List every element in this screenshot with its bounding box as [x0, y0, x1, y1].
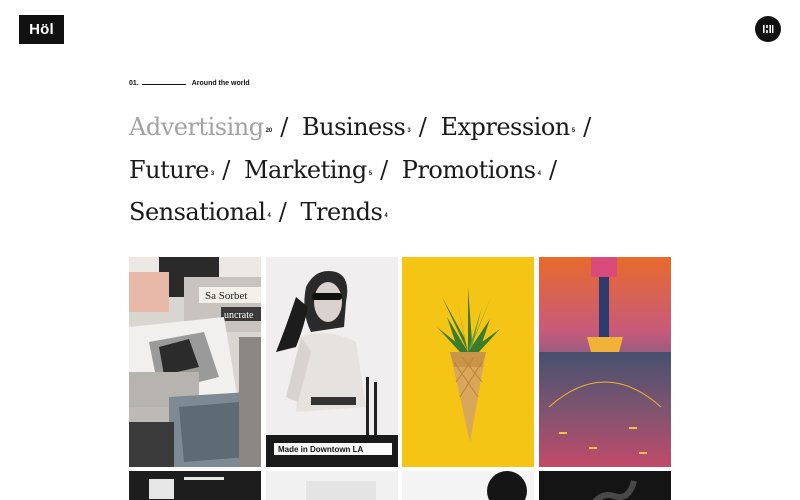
section-label: Around the world	[191, 80, 250, 87]
gallery-tile-portrait[interactable]: Made in Downtown LA	[266, 257, 398, 467]
svg-text:Made in Downtown LA: Made in Downtown LA	[278, 445, 364, 454]
portrait-photo: Made in Downtown LA	[266, 257, 398, 467]
section-eyebrow: 01. Around the world	[129, 80, 250, 87]
gallery-tile-pineapple[interactable]	[402, 257, 534, 467]
category-separator: /	[280, 113, 288, 141]
category-name[interactable]: Promotions	[402, 156, 536, 184]
svg-text:uncrate: uncrate	[224, 310, 254, 321]
pineapple-photo	[402, 257, 534, 467]
category-count: 4	[267, 213, 271, 219]
light-paper-photo	[266, 471, 398, 500]
category-trends[interactable]: Trends 4	[301, 198, 388, 226]
category-separator: /	[222, 155, 230, 184]
category-count: 5	[368, 170, 373, 177]
category-separator: /	[548, 155, 557, 184]
category-name[interactable]: Future	[129, 156, 209, 184]
category-advertising[interactable]: Advertising 20 /	[129, 113, 295, 141]
gallery-tile-light-paper[interactable]	[266, 471, 398, 500]
gallery-tile-dark-print[interactable]	[129, 471, 261, 500]
section-number: 01.	[129, 80, 139, 87]
category-separator: /	[583, 113, 591, 141]
category-filter-list: Advertising 20/ Business 3/ Expression 5/ F…	[129, 106, 689, 234]
category-count: 4	[537, 170, 541, 177]
category-count: 5	[571, 128, 576, 134]
category-expression[interactable]: Expression 5 /	[440, 113, 597, 141]
site-logo[interactable]: Höl	[19, 15, 64, 44]
category-name[interactable]: Sensational	[129, 198, 266, 226]
category-separator: /	[418, 113, 427, 141]
category-name[interactable]: Advertising	[129, 113, 264, 141]
category-future[interactable]: Future 3 /	[129, 156, 237, 184]
court-photo	[539, 257, 671, 467]
gallery-tile-court[interactable]	[539, 257, 671, 467]
menu-button[interactable]	[755, 16, 781, 42]
gallery-tile-light-object[interactable]	[402, 471, 534, 500]
gallery-tile-magazines[interactable]: Sa Sorbet uncrate	[129, 257, 261, 467]
gallery-grid: Sa Sorbet uncrate Made in Downtown LA	[129, 257, 671, 500]
magazines-photo: Sa Sorbet uncrate	[129, 257, 261, 467]
category-name[interactable]: Marketing	[244, 156, 367, 184]
dark-print-photo	[129, 471, 261, 500]
category-business[interactable]: Business 3 /	[302, 113, 433, 141]
category-name[interactable]: Expression	[440, 113, 570, 141]
light-object-photo	[402, 471, 534, 500]
category-marketing[interactable]: Marketing 5 /	[244, 156, 395, 184]
category-separator: /	[380, 155, 388, 184]
svg-text:Sa Sorbet: Sa Sorbet	[205, 290, 247, 302]
category-sensational[interactable]: Sensational 4 /	[129, 198, 293, 226]
category-count: 3	[407, 128, 411, 134]
category-count: 3	[210, 170, 215, 177]
category-name[interactable]: Business	[302, 113, 406, 141]
category-count: 4	[384, 213, 388, 219]
gallery-tile-smoke[interactable]	[539, 471, 671, 500]
category-count: 20	[265, 128, 273, 134]
category-separator: /	[278, 198, 287, 226]
category-promotions[interactable]: Promotions 4 /	[402, 156, 564, 184]
grid-menu-icon	[763, 25, 774, 33]
smoke-photo	[539, 471, 671, 500]
eyebrow-divider	[141, 84, 186, 85]
category-name[interactable]: Trends	[301, 198, 383, 226]
